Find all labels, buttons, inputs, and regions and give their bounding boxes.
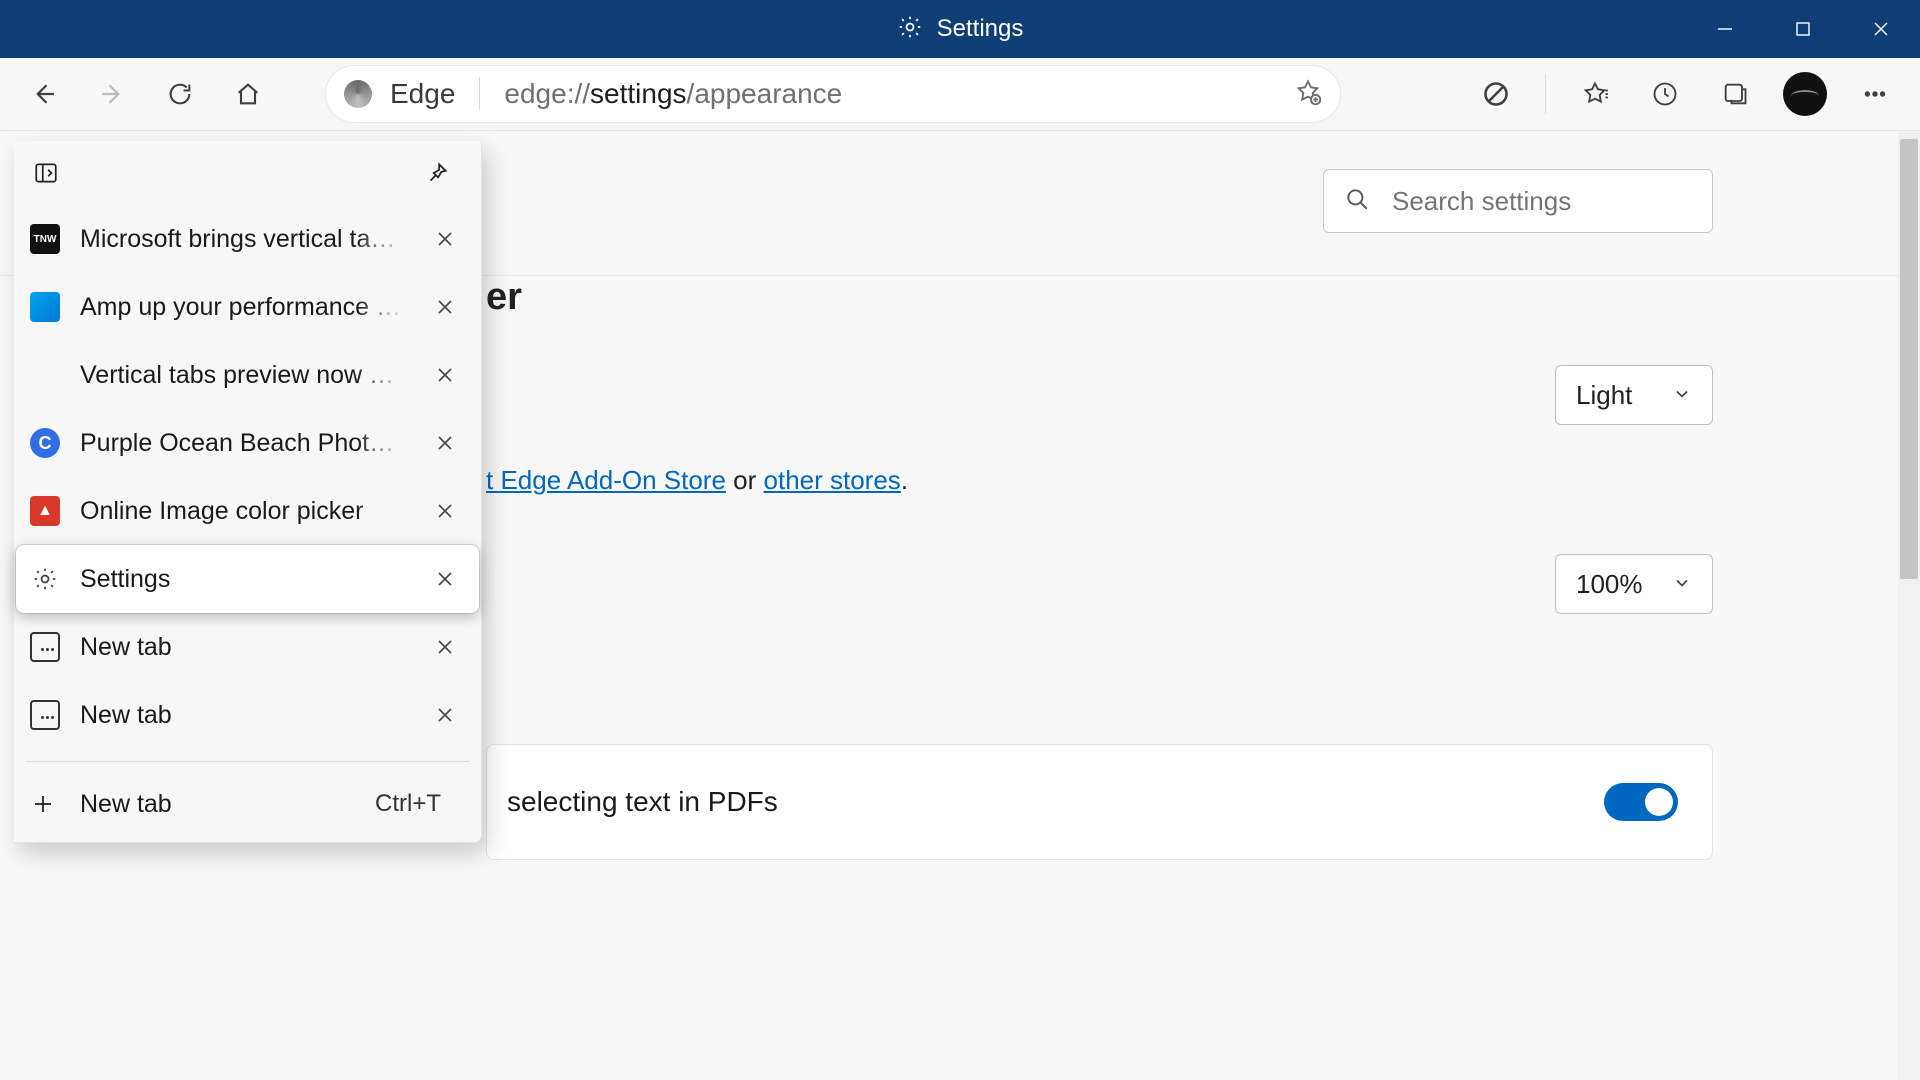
new-tab-button[interactable]: New tab Ctrl+T <box>14 774 481 834</box>
close-button[interactable] <box>1842 0 1920 58</box>
tab-item[interactable]: Settings <box>16 545 479 613</box>
tab-item[interactable]: C Purple Ocean Beach Photo Summ <box>16 409 479 477</box>
pin-button[interactable] <box>415 151 459 195</box>
card-text: selecting text in PDFs <box>507 786 778 818</box>
reload-button[interactable] <box>150 66 210 122</box>
back-button[interactable] <box>14 66 74 122</box>
edge-icon <box>344 80 372 108</box>
tab-title: Amp up your performance with S <box>80 293 405 322</box>
address-url: edge://settings/appearance <box>504 78 842 110</box>
window-title: Settings <box>937 15 1024 43</box>
menu-button[interactable] <box>1844 66 1906 122</box>
tab-actions-button[interactable] <box>24 151 68 195</box>
zoom-select-value: 100% <box>1576 569 1643 600</box>
new-tab-shortcut: Ctrl+T <box>375 790 441 818</box>
tab-title: Online Image color picker <box>80 497 405 526</box>
chevron-down-icon <box>1672 569 1692 600</box>
vertical-tabs-flyout: TNW Microsoft brings vertical tabs to E Am… <box>14 141 482 843</box>
address-label: Edge <box>390 78 455 110</box>
addon-store-line: t Edge Add-On Store or other stores. <box>486 465 1920 496</box>
zoom-select[interactable]: 100% <box>1555 554 1713 614</box>
profile-button[interactable] <box>1774 66 1836 122</box>
block-icon[interactable] <box>1465 66 1527 122</box>
settings-search-input[interactable] <box>1392 186 1692 217</box>
tab-favicon: C <box>30 428 60 458</box>
tab-close-button[interactable] <box>425 219 465 259</box>
tab-title: New tab <box>80 633 405 662</box>
scrollbar-thumb[interactable] <box>1900 139 1918 579</box>
theme-select-value: Light <box>1576 380 1632 411</box>
collections-button[interactable] <box>1704 66 1766 122</box>
gear-icon <box>897 14 923 45</box>
tab-close-button[interactable] <box>425 355 465 395</box>
tab-close-button[interactable] <box>425 423 465 463</box>
tab-favicon <box>30 564 60 594</box>
other-stores-link[interactable]: other stores <box>764 465 901 495</box>
tab-item[interactable]: ▲ Online Image color picker <box>16 477 479 545</box>
search-icon <box>1344 186 1370 217</box>
tab-close-button[interactable] <box>425 559 465 599</box>
tab-close-button[interactable] <box>425 287 465 327</box>
tab-favicon <box>30 360 60 390</box>
tab-title: Microsoft brings vertical tabs to E <box>80 225 405 254</box>
new-tab-label: New tab <box>80 790 353 819</box>
tab-favicon: TNW <box>30 224 60 254</box>
title-bar: Settings <box>0 0 1920 58</box>
favorites-button[interactable] <box>1564 66 1626 122</box>
separator <box>479 77 480 111</box>
history-button[interactable] <box>1634 66 1696 122</box>
tab-title: New tab <box>80 701 405 730</box>
tab-title: Settings <box>80 565 405 594</box>
chevron-down-icon <box>1672 380 1692 411</box>
maximize-button[interactable] <box>1764 0 1842 58</box>
tab-item[interactable]: Vertical tabs preview now availab <box>16 341 479 409</box>
avatar-icon <box>1783 72 1827 116</box>
browser-toolbar: Edge edge://settings/appearance <box>0 58 1920 131</box>
tab-favicon: ▲ <box>30 496 60 526</box>
tab-item[interactable]: Amp up your performance with S <box>16 273 479 341</box>
tab-favicon <box>30 292 60 322</box>
vertical-scrollbar[interactable] <box>1898 131 1920 1080</box>
tab-item[interactable]: TNW Microsoft brings vertical tabs to E <box>16 205 479 273</box>
pdf-text-toggle[interactable] <box>1604 783 1678 821</box>
home-button[interactable] <box>218 66 278 122</box>
tab-item[interactable]: New tab <box>16 613 479 681</box>
edge-addon-link[interactable]: t Edge Add-On Store <box>486 465 726 495</box>
tab-close-button[interactable] <box>425 695 465 735</box>
favorite-add-icon[interactable] <box>1294 78 1322 111</box>
settings-search[interactable] <box>1323 169 1713 233</box>
tab-close-button[interactable] <box>425 627 465 667</box>
pdf-text-select-card: selecting text in PDFs <box>486 744 1713 860</box>
tab-favicon <box>30 700 60 730</box>
section-heading-fragment: er <box>486 276 1920 319</box>
address-bar[interactable]: Edge edge://settings/appearance <box>326 66 1340 122</box>
tab-item[interactable]: New tab <box>16 681 479 749</box>
plus-icon <box>28 789 58 819</box>
tab-favicon <box>30 632 60 662</box>
forward-button[interactable] <box>82 66 142 122</box>
tab-title: Purple Ocean Beach Photo Summ <box>80 429 405 458</box>
tab-title: Vertical tabs preview now availab <box>80 361 405 390</box>
minimize-button[interactable] <box>1686 0 1764 58</box>
tab-close-button[interactable] <box>425 491 465 531</box>
theme-select[interactable]: Light <box>1555 365 1713 425</box>
